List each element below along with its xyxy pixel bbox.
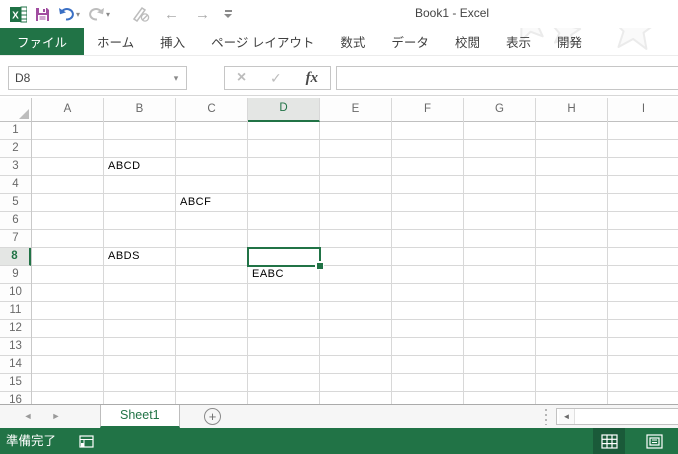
row-header-12[interactable]: 12	[0, 320, 31, 338]
new-sheet-button[interactable]: +	[204, 408, 221, 425]
redo-icon: ▾	[84, 2, 114, 26]
cell-C5[interactable]: ABCF	[176, 194, 248, 212]
ink-pen-icon	[128, 2, 154, 26]
ribbon-tab-2[interactable]: 挿入	[147, 28, 198, 55]
back-arrow-icon: ←	[160, 2, 183, 26]
column-header-A[interactable]: A	[32, 98, 104, 122]
formula-buttons: × ✓ fx	[224, 66, 331, 90]
sheetbar-separator	[545, 409, 547, 425]
enter-check-icon: ✓	[270, 70, 282, 87]
svg-text:X: X	[12, 10, 19, 21]
row-header-3[interactable]: 3	[0, 158, 31, 176]
sheet-tab-Sheet1[interactable]: Sheet1	[100, 405, 180, 428]
column-header-D[interactable]: D	[248, 98, 320, 122]
column-headers: ABCDEFGHI	[32, 98, 678, 122]
excel-window: X ▾	[0, 0, 678, 454]
ribbon-tab-5[interactable]: データ	[378, 28, 442, 55]
formula-input[interactable]	[336, 66, 678, 90]
insert-function-icon[interactable]: fx	[306, 70, 319, 87]
row-header-4[interactable]: 4	[0, 176, 31, 194]
row-header-8[interactable]: 8	[0, 248, 31, 266]
ribbon-tab-6[interactable]: 校閲	[442, 28, 493, 55]
active-cell-selection[interactable]	[247, 247, 321, 267]
worksheet-grid: ABCDEFGHI 12345678910111213141516 ABCDAB…	[0, 96, 678, 404]
sheet-tabs: Sheet1	[100, 405, 180, 428]
cancel-icon: ×	[237, 69, 246, 87]
row-header-7[interactable]: 7	[0, 230, 31, 248]
row-header-13[interactable]: 13	[0, 338, 31, 356]
ribbon-tab-4[interactable]: 数式	[327, 28, 378, 55]
next-sheet-icon[interactable]: ►	[46, 405, 66, 428]
excel-logo-icon[interactable]: X	[6, 2, 31, 26]
name-box-dropdown-icon[interactable]: ▾	[166, 73, 186, 84]
status-ready-text: 準備完了	[6, 428, 56, 454]
ribbon-tab-0[interactable]: ファイル	[0, 28, 84, 55]
title-bar: X ▾	[0, 0, 678, 28]
select-all-triangle-icon	[19, 109, 29, 119]
prev-sheet-icon[interactable]: ◄	[18, 405, 38, 428]
ribbon-tab-1[interactable]: ホーム	[84, 28, 147, 55]
select-all-corner[interactable]	[0, 98, 32, 122]
column-header-G[interactable]: G	[464, 98, 536, 122]
horizontal-scrollbar[interactable]: ◄	[556, 408, 678, 425]
scroll-left-icon[interactable]: ◄	[559, 409, 575, 424]
undo-dropdown-icon[interactable]: ▾	[76, 10, 80, 19]
column-header-C[interactable]: C	[176, 98, 248, 122]
record-macro-icon[interactable]	[76, 432, 96, 450]
save-icon[interactable]	[31, 2, 54, 26]
row-header-16[interactable]: 16	[0, 392, 31, 404]
row-header-15[interactable]: 15	[0, 374, 31, 392]
row-header-2[interactable]: 2	[0, 140, 31, 158]
row-header-5[interactable]: 5	[0, 194, 31, 212]
row-header-9[interactable]: 9	[0, 266, 31, 284]
quick-access-toolbar: X ▾	[6, 0, 236, 28]
cell-B3[interactable]: ABCD	[104, 158, 176, 176]
formula-bar-row: D8 ▾ × ✓ fx	[0, 56, 678, 96]
status-bar: 準備完了	[0, 428, 678, 454]
column-header-H[interactable]: H	[536, 98, 608, 122]
normal-view-button[interactable]	[593, 428, 625, 454]
undo-icon[interactable]: ▾	[54, 2, 84, 26]
ribbon-tab-8[interactable]: 開発	[544, 28, 595, 55]
column-header-E[interactable]: E	[320, 98, 392, 122]
forward-arrow-icon: →	[191, 2, 214, 26]
sheet-tab-bar: ◄ ► Sheet1 + ◄	[0, 404, 678, 428]
ribbon-tab-3[interactable]: ページ レイアウト	[198, 28, 327, 55]
column-header-B[interactable]: B	[104, 98, 176, 122]
row-headers: 12345678910111213141516	[0, 122, 32, 404]
row-header-10[interactable]: 10	[0, 284, 31, 302]
cell-B8[interactable]: ABDS	[104, 248, 176, 266]
customize-qat-icon[interactable]	[220, 2, 236, 26]
row-header-6[interactable]: 6	[0, 212, 31, 230]
cell-area[interactable]: ABCDABCF ABDS EABC	[32, 122, 678, 404]
redo-dropdown-icon: ▾	[106, 10, 110, 19]
cell-D9[interactable]: EABC	[248, 266, 320, 284]
page-layout-view-button[interactable]	[638, 428, 670, 454]
row-header-1[interactable]: 1	[0, 122, 31, 140]
name-box-value: D8	[9, 71, 166, 85]
window-title: Book1 - Excel	[415, 6, 489, 20]
name-box[interactable]: D8 ▾	[8, 66, 187, 90]
column-header-I[interactable]: I	[608, 98, 678, 122]
column-header-F[interactable]: F	[392, 98, 464, 122]
ribbon-tab-row: ファイルホーム挿入ページ レイアウト数式データ校閲表示開発	[0, 28, 678, 56]
row-header-11[interactable]: 11	[0, 302, 31, 320]
ribbon-tab-7[interactable]: 表示	[493, 28, 544, 55]
row-header-14[interactable]: 14	[0, 356, 31, 374]
